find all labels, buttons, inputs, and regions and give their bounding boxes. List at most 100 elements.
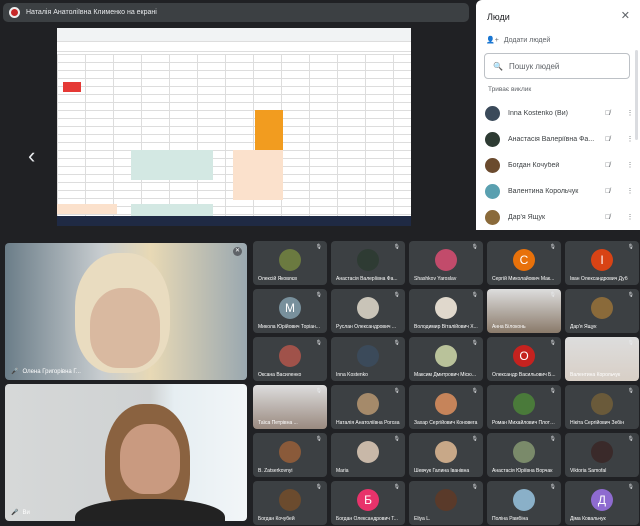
participant-tile[interactable]: 🎙 Наталія Анатоліївна Рогоза: [331, 385, 405, 429]
participant-tile[interactable]: І 🎙 Іван Олександрович Дуб: [565, 241, 639, 285]
search-people-input[interactable]: 🔍 Пошук людей: [484, 53, 630, 79]
mic-off-icon: 🎙: [471, 484, 478, 490]
mic-off-icon[interactable]: 🎙̸: [605, 162, 617, 169]
mic-off-icon[interactable]: 🎙̸: [605, 188, 617, 195]
participant-tile[interactable]: 🎙 Роман Михайлович Плотков: [487, 385, 561, 429]
participant-tile[interactable]: 🎙 Нікіта Сергійович Зебін: [565, 385, 639, 429]
participant-tile[interactable]: С 🎙 Сергій Миколайович Мак...: [487, 241, 561, 285]
participant-tile[interactable]: 🎙 Inna Kostenko: [331, 337, 405, 381]
shared-screen: [57, 28, 411, 226]
mic-off-icon: 🎙: [627, 484, 634, 490]
participant-tile[interactable]: 🎙 Руслан Олександрович ...: [331, 289, 405, 333]
mic-off-icon: 🎙: [315, 340, 322, 346]
presenter-bar: Наталія Анатоліївна Клименко на екрані: [3, 3, 469, 22]
participant-name: Eliya L.: [414, 516, 431, 522]
participant-name: Таїса Петрівна ...: [258, 420, 298, 426]
scrollbar[interactable]: [635, 50, 638, 140]
search-icon: 🔍: [493, 61, 503, 71]
mic-off-icon: 🎙: [471, 388, 478, 394]
participant-tile[interactable]: О 🎙 Олександр Васильович Б...: [487, 337, 561, 381]
previous-arrow-icon[interactable]: ‹: [28, 143, 35, 169]
mic-off-icon: 🎙: [393, 292, 400, 298]
participant-name: Шевчук Галина Іванівна: [414, 468, 470, 474]
participant-tile[interactable]: 🎙 Анна Білоконь: [487, 289, 561, 333]
mic-off-icon: 🎙: [627, 340, 634, 346]
video-tile[interactable]: ✕ 🎤 Олена Григорівна Г...: [5, 243, 247, 380]
tile-name: 🎤 Олена Григорівна Г...: [11, 368, 81, 376]
mic-off-icon: 🎙: [627, 436, 634, 442]
more-options-icon[interactable]: ✕: [233, 247, 242, 256]
participant-tile[interactable]: 🎙 Оксана Василенко: [253, 337, 327, 381]
participant-tile[interactable]: Д 🎙 Діма Ковальчук: [565, 481, 639, 525]
participant-tile[interactable]: 🎙 Viktoria Samofal: [565, 433, 639, 477]
participant-tile[interactable]: М 🎙 Микола Юрійович Торіан...: [253, 289, 327, 333]
avatar: [485, 157, 500, 173]
mic-off-icon: 🎙: [471, 340, 478, 346]
participant-list-item[interactable]: Дар'я Ящук 🎙̸ ⋮: [485, 204, 635, 230]
participant-name: Валентина Корольчук: [508, 187, 579, 195]
participant-tile[interactable]: 🎙 Максим Дмитрович Місю...: [409, 337, 483, 381]
avatar: [279, 345, 301, 367]
participant-name: Богдан Кочубей: [258, 516, 295, 522]
participant-tile[interactable]: 🎙 Eliya L.: [409, 481, 483, 525]
more-vert-icon[interactable]: ⋮: [625, 213, 635, 221]
participant-tile[interactable]: 🎙 Анастасія Юріївна Ворчак: [487, 433, 561, 477]
participant-tile[interactable]: 🎙 Валентина Корольчук: [565, 337, 639, 381]
participant-tile[interactable]: 🎙 Олексій Яковлєв: [253, 241, 327, 285]
mic-icon: 🎤: [11, 510, 19, 516]
add-people-button[interactable]: 👤+ Додати людей: [486, 36, 550, 45]
participant-list: Inna Kostenko (Ви) 🎙̸ ⋮ Анастасія Валеріївн…: [485, 100, 635, 230]
participant-name: Олексій Яковлєв: [258, 276, 297, 282]
more-vert-icon[interactable]: ⋮: [625, 161, 635, 169]
close-icon[interactable]: ✕: [621, 9, 630, 22]
participant-tile[interactable]: 🎙 Shashkov Yaroslav: [409, 241, 483, 285]
participant-name: Богдан Кочубей: [508, 161, 560, 169]
participant-tile[interactable]: 🎙 Володимир Віталійович Х...: [409, 289, 483, 333]
participant-list-item[interactable]: Валентина Корольчук 🎙̸ ⋮: [485, 178, 635, 204]
mic-off-icon: 🎙: [549, 436, 556, 442]
participant-tile[interactable]: 🎙 Таїса Петрівна ...: [253, 385, 327, 429]
avatar: О: [513, 345, 535, 367]
mic-off-icon: 🎙: [315, 292, 322, 298]
avatar: [279, 249, 301, 271]
spreadsheet-toolbar: [57, 28, 411, 42]
participant-name: Олександр Васильович Б...: [492, 372, 556, 378]
participant-name: Анна Білоконь: [492, 324, 526, 330]
participant-tile[interactable]: 🎙 Шевчук Галина Іванівна: [409, 433, 483, 477]
self-video-tile[interactable]: 🎤 Ви: [5, 384, 247, 521]
mic-off-icon: 🎙: [393, 484, 400, 490]
avatar: Б: [357, 489, 379, 511]
participant-tile[interactable]: 🎙 Анастасія Валеріївна Фа...: [331, 241, 405, 285]
mic-off-icon: 🎙: [471, 244, 478, 250]
avatar: [485, 105, 500, 121]
avatar: [357, 297, 379, 319]
participant-name: Дар'я Ящук: [508, 213, 546, 221]
participant-tile[interactable]: 🎙 Поліна Рамбіна: [487, 481, 561, 525]
participant-list-item[interactable]: Inna Kostenko (Ви) 🎙̸ ⋮: [485, 100, 635, 126]
participant-tile[interactable]: 🎙 Богдан Кочубей: [253, 481, 327, 525]
more-vert-icon[interactable]: ⋮: [625, 187, 635, 195]
avatar: [485, 209, 500, 225]
spreadsheet-grid: [57, 54, 411, 224]
avatar: [591, 297, 613, 319]
participant-tile[interactable]: 🎙 Maria: [331, 433, 405, 477]
participant-tile[interactable]: 🎙 B. Zatserkovnyi: [253, 433, 327, 477]
section-label: Триває виклик: [488, 86, 532, 93]
participant-list-item[interactable]: Анастасія Валеріївна Фа... 🎙̸ ⋮: [485, 126, 635, 152]
participant-face: [120, 424, 180, 494]
participant-grid: 🎙 Олексій Яковлєв 🎙 Анастасія Валеріївна Фа…: [253, 241, 639, 525]
participant-list-item[interactable]: Богдан Кочубей 🎙̸ ⋮: [485, 152, 635, 178]
mic-off-icon[interactable]: 🎙̸: [605, 136, 617, 143]
mic-off-icon[interactable]: 🎙̸: [605, 110, 617, 117]
participant-name: Сергій Миколайович Мак...: [492, 276, 555, 282]
mic-off-icon[interactable]: 🎙̸: [605, 214, 617, 221]
participant-name: Дар'я Ящук: [570, 324, 597, 330]
more-vert-icon[interactable]: ⋮: [625, 135, 635, 143]
search-placeholder: Пошук людей: [508, 61, 560, 71]
participant-tile[interactable]: 🎙 Дар'я Ящук: [565, 289, 639, 333]
more-vert-icon[interactable]: ⋮: [625, 109, 635, 117]
participant-name: B. Zatserkovnyi: [258, 468, 293, 474]
avatar: [357, 441, 379, 463]
participant-tile[interactable]: 🎙 Захар Сергійович Коновега: [409, 385, 483, 429]
participant-tile[interactable]: Б 🎙 Богдан Олександрович Т...: [331, 481, 405, 525]
